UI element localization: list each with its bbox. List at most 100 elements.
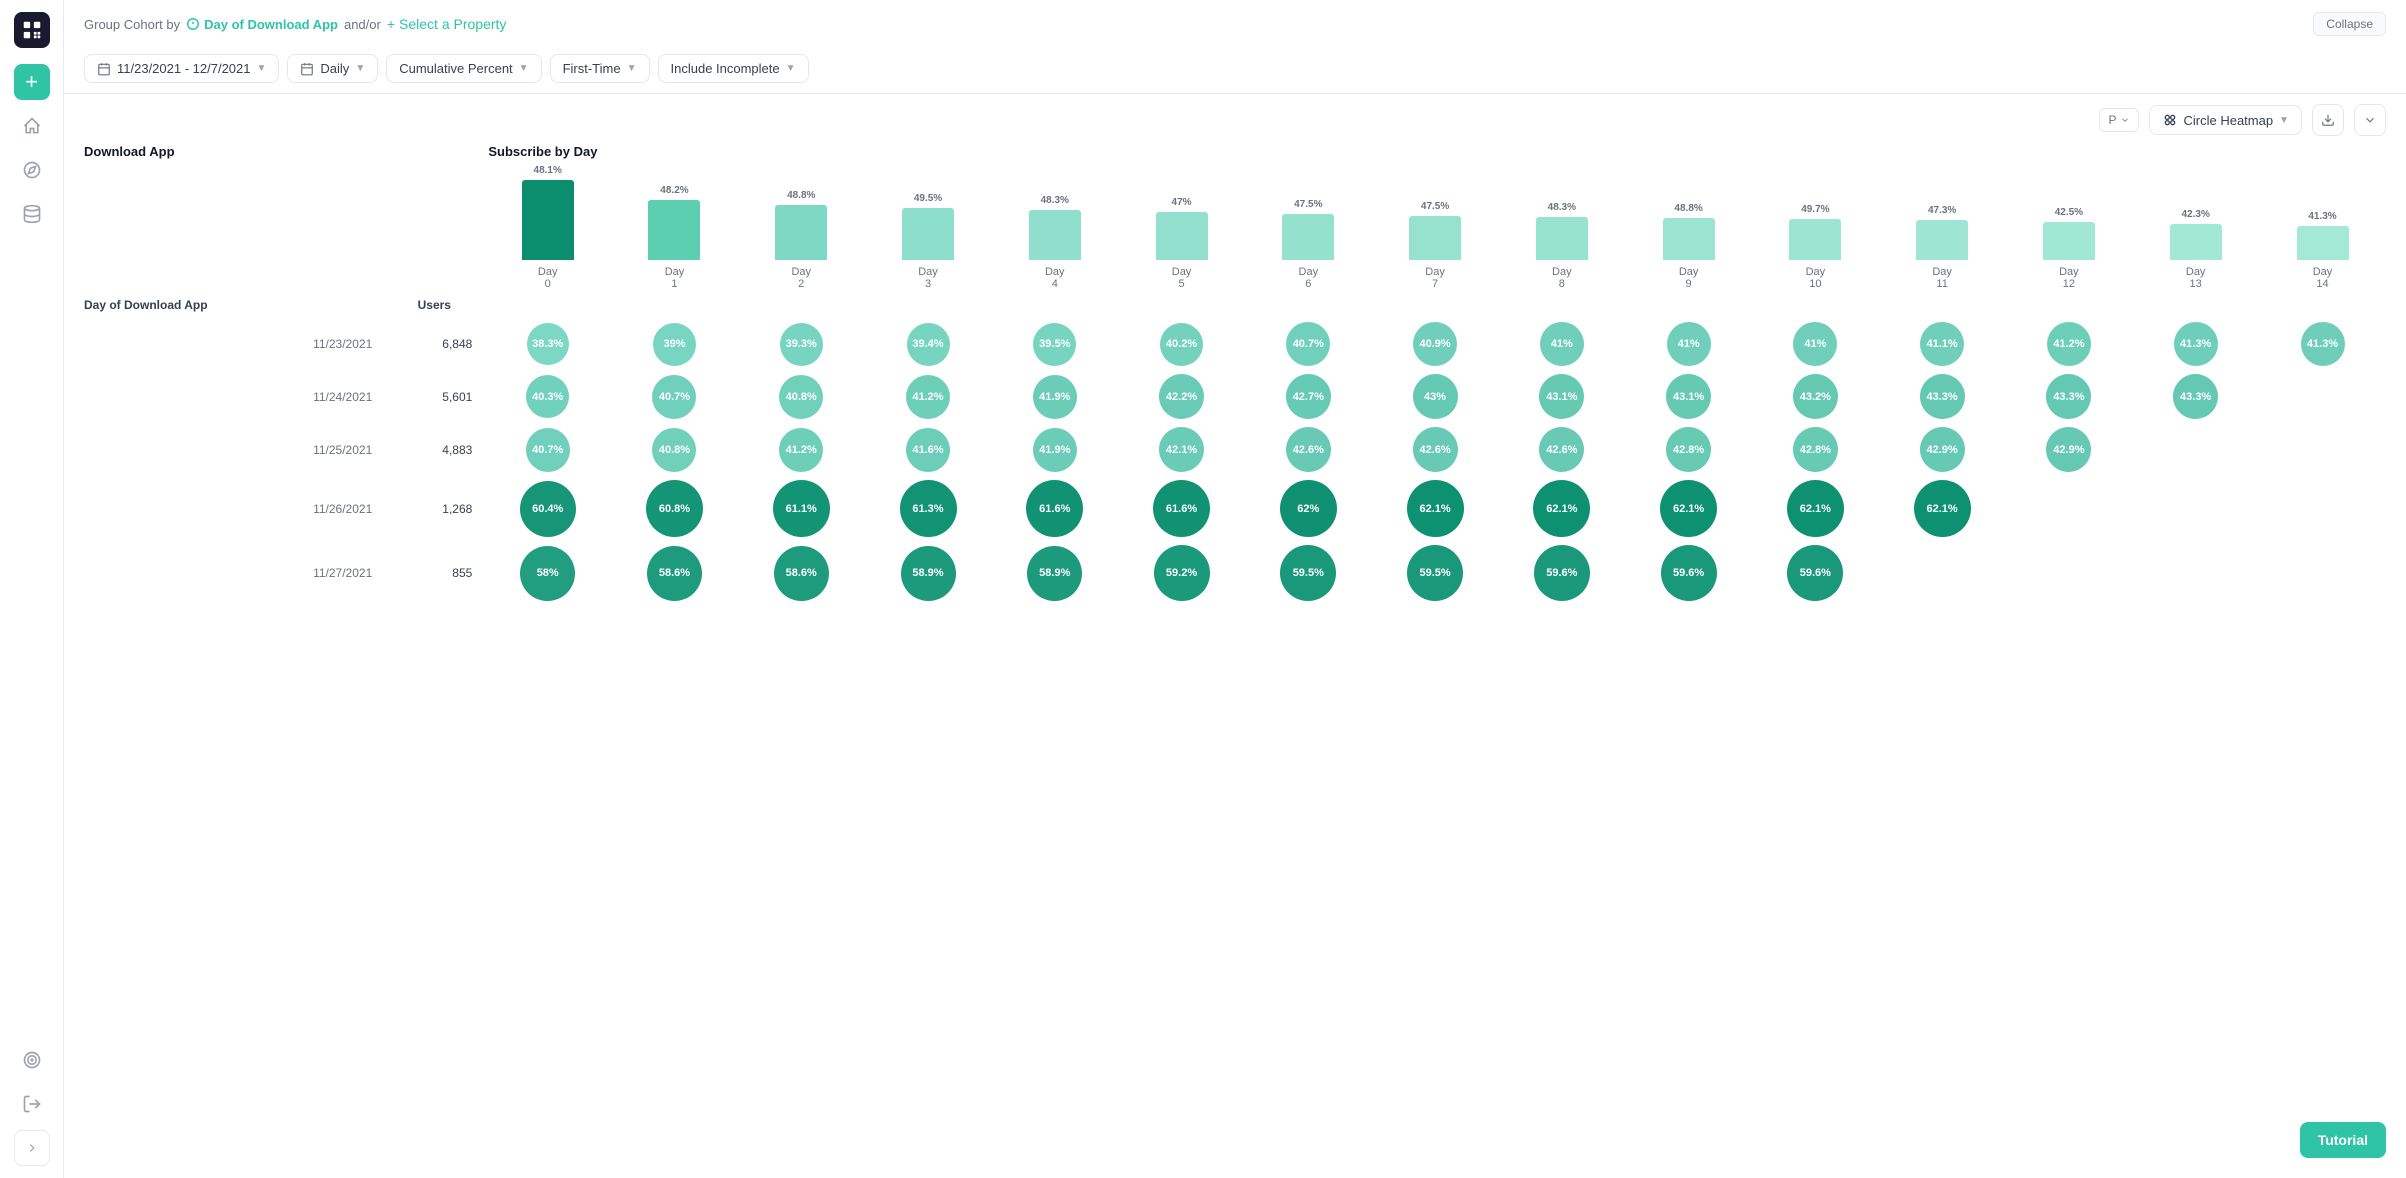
row-date-3: 11/26/2021 [84,476,384,541]
download-button[interactable] [2312,104,2344,136]
cell-r4-c3: 58.9% [865,541,992,605]
view-type-button[interactable]: Circle Heatmap ▼ [2149,105,2303,135]
summary-bar-cell-11: 47.3% [1879,163,2006,262]
cell-r4-c5: 59.2% [1118,541,1245,605]
cell-r2-c12: 42.9% [2006,423,2133,476]
cell-r2-c10: 42.8% [1752,423,1879,476]
summary-bar-cell-4: 48.3% [991,163,1118,262]
day-header-8: Day8 [1498,262,1625,298]
row-date-4: 11/27/2021 [84,541,384,605]
date-range-filter[interactable]: 11/23/2021 - 12/7/2021 ▼ [84,54,279,83]
cell-r3-c1: 60.8% [611,476,738,541]
cell-r2-c7: 42.6% [1372,423,1499,476]
day-header-5: Day5 [1118,262,1245,298]
row-users-4: 855 [384,541,484,605]
cohort-property-button[interactable]: Day of Download App [186,17,338,32]
row-label-header: Day of Download App [84,298,384,318]
cell-r2-c11: 42.9% [1879,423,2006,476]
group-cohort-row: Group Cohort by Day of Download App and/… [84,12,2386,36]
day-header-13: Day13 [2132,262,2259,298]
exit-icon[interactable] [14,1086,50,1122]
cell-r0-c5: 40.2% [1118,318,1245,370]
cell-r0-c9: 41% [1625,318,1752,370]
header-label-row: Download App Subscribe by Day [84,144,2386,163]
cell-r0-c8: 41% [1498,318,1625,370]
frequency-filter[interactable]: Daily ▼ [287,54,378,83]
cell-r0-c13: 41.3% [2132,318,2259,370]
cell-r4-c13 [2132,541,2259,605]
cell-r1-c13: 43.3% [2132,370,2259,423]
include-incomplete-filter[interactable]: Include Incomplete ▼ [658,54,809,83]
collapse-button[interactable]: Collapse [2313,12,2386,36]
day-header-10: Day10 [1752,262,1879,298]
summary-bar-cell-0: 48.1% [484,163,611,262]
sub-label-row: Day of Download App Users [84,298,2386,318]
cell-r3-c8: 62.1% [1498,476,1625,541]
user-type-filter[interactable]: First-Time ▼ [550,54,650,83]
summary-bar-cell-2: 48.8% [738,163,865,262]
database-icon[interactable] [14,196,50,232]
cell-r4-c14 [2259,541,2386,605]
day-header-2: Day2 [738,262,865,298]
row-date-2: 11/25/2021 [84,423,384,476]
cell-r4-c2: 58.6% [738,541,865,605]
tutorial-button[interactable]: Tutorial [2300,1122,2386,1158]
day-header-7: Day7 [1372,262,1499,298]
day-header-11: Day11 [1879,262,2006,298]
cell-r3-c7: 62.1% [1372,476,1499,541]
home-icon[interactable] [14,108,50,144]
heatmap-controls: P Circle Heatmap ▼ [84,94,2386,144]
more-options-button[interactable] [2354,104,2386,136]
cell-r4-c4: 58.9% [991,541,1118,605]
cell-r0-c1: 39% [611,318,738,370]
summary-bar-cell-1: 48.2% [611,163,738,262]
cell-r3-c0: 60.4% [484,476,611,541]
cell-r0-c6: 40.7% [1245,318,1372,370]
sidebar: + [0,0,64,1178]
cell-r2-c8: 42.6% [1498,423,1625,476]
cell-r3-c6: 62% [1245,476,1372,541]
cohort-body: 11/23/20216,848 38.3% 39% 39.3% 39.4% 39… [84,318,2386,605]
cell-r0-c3: 39.4% [865,318,992,370]
day-header-4: Day4 [991,262,1118,298]
cell-r3-c11: 62.1% [1879,476,2006,541]
table-row: 11/25/20214,883 40.7% 40.8% 41.2% 41.6% … [84,423,2386,476]
cell-r2-c0: 40.7% [484,423,611,476]
metric-filter[interactable]: Cumulative Percent ▼ [386,54,541,83]
table-row: 11/26/20211,268 60.4% 60.8% 61.1% 61.3% … [84,476,2386,541]
row-date-1: 11/24/2021 [84,370,384,423]
cell-r2-c3: 41.6% [865,423,992,476]
select-property-button[interactable]: + Select a Property [387,16,507,32]
app-logo [14,12,50,48]
cell-r1-c7: 43% [1372,370,1499,423]
summary-bar-cell-13: 42.3% [2132,163,2259,262]
summary-bar-cell-5: 47% [1118,163,1245,262]
cell-r0-c7: 40.9% [1372,318,1499,370]
cell-r1-c3: 41.2% [865,370,992,423]
day-header-row: Day0Day1Day2Day3Day4Day5Day6Day7Day8Day9… [84,262,2386,298]
target-icon[interactable] [14,1042,50,1078]
day-header-12: Day12 [2006,262,2133,298]
cell-r2-c5: 42.1% [1118,423,1245,476]
cell-r2-c4: 41.9% [991,423,1118,476]
main-content: Group Cohort by Day of Download App and/… [64,0,2406,1178]
cell-r0-c0: 38.3% [484,318,611,370]
cell-r1-c12: 43.3% [2006,370,2133,423]
cell-r3-c12 [2006,476,2133,541]
cell-r2-c14 [2259,423,2386,476]
cell-r3-c2: 61.1% [738,476,865,541]
cell-r3-c3: 61.3% [865,476,992,541]
day-header-1: Day1 [611,262,738,298]
cell-r0-c2: 39.3% [738,318,865,370]
p-badge[interactable]: P [2099,108,2138,132]
row-users-0: 6,848 [384,318,484,370]
row-date-0: 11/23/2021 [84,318,384,370]
add-button[interactable]: + [14,64,50,100]
compass-icon[interactable] [14,152,50,188]
summary-bar-cell-8: 48.3% [1498,163,1625,262]
cell-r4-c1: 58.6% [611,541,738,605]
cell-r0-c11: 41.1% [1879,318,2006,370]
users-header-spacer [384,144,484,163]
cell-r1-c14 [2259,370,2386,423]
sidebar-collapse-button[interactable] [14,1130,50,1166]
